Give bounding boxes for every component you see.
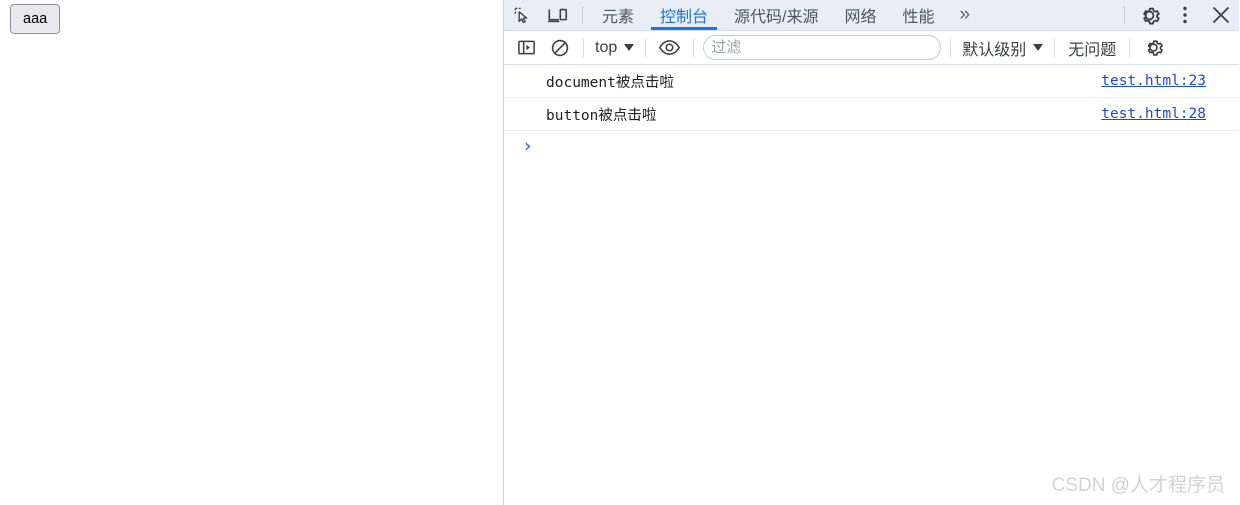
- tab-console[interactable]: 控制台: [647, 0, 721, 30]
- prompt-chevron-icon: ›: [524, 134, 532, 157]
- execution-context-selector[interactable]: top: [591, 39, 638, 57]
- toolbar-divider-1: [583, 38, 584, 57]
- toolbar-divider-3: [693, 38, 695, 57]
- console-message-source-link[interactable]: test.html:23: [1101, 73, 1206, 89]
- tab-performance-label: 性能: [902, 9, 935, 26]
- gear-icon[interactable]: [1131, 0, 1167, 30]
- console-message-list[interactable]: document被点击啦 test.html:23 button被点击啦 tes…: [504, 65, 1239, 505]
- console-settings-gear-icon[interactable]: [1137, 33, 1170, 63]
- chevron-down-icon: [1033, 44, 1044, 51]
- log-level-label: 默认级别: [962, 41, 1027, 59]
- console-message-source-link[interactable]: test.html:28: [1101, 106, 1206, 122]
- tab-sources[interactable]: 源代码/来源: [721, 0, 831, 30]
- console-message-text: document被点击啦: [546, 74, 674, 91]
- toolbar-divider-6: [1129, 38, 1131, 57]
- tab-network-label: 网络: [844, 9, 877, 26]
- tabstrip-spacer: [980, 0, 1118, 30]
- table-row[interactable]: document被点击啦 test.html:23: [504, 65, 1239, 98]
- tabstrip-divider: [582, 6, 583, 24]
- log-level-selector[interactable]: 默认级别: [958, 36, 1047, 60]
- devtools-tabstrip: 元素 控制台 源代码/来源 网络 性能 »: [504, 0, 1239, 31]
- tab-console-label: 控制台: [660, 9, 709, 26]
- web-page-pane: aaa: [0, 0, 504, 505]
- toolbar-divider-4: [950, 38, 952, 57]
- table-row[interactable]: button被点击啦 test.html:28: [504, 98, 1239, 131]
- live-expression-eye-icon[interactable]: [653, 33, 686, 63]
- tab-performance[interactable]: 性能: [890, 0, 948, 30]
- filter-input[interactable]: [703, 35, 942, 60]
- clear-console-icon[interactable]: [543, 33, 576, 63]
- more-tabs-chevron-icon[interactable]: »: [948, 0, 981, 30]
- watermark: CSDN @人才程序员: [1051, 475, 1225, 496]
- device-toolbar-icon[interactable]: [540, 0, 576, 30]
- chevron-down-icon: [624, 44, 635, 51]
- inspect-element-icon[interactable]: [504, 0, 540, 30]
- tab-sources-label: 源代码/来源: [734, 9, 819, 26]
- kebab-menu-icon[interactable]: [1167, 0, 1203, 30]
- toolbar-divider-5: [1054, 38, 1056, 57]
- aaa-button[interactable]: aaa: [10, 4, 61, 34]
- console-prompt-input[interactable]: [532, 134, 1239, 158]
- toolbar-divider-2: [645, 38, 647, 57]
- browser-window: aaa 元素 控制台 源代码/来源 网络 性能 » top 过滤 默认级别 无问…: [0, 0, 1240, 505]
- devtools-panel: 元素 控制台 源代码/来源 网络 性能 » top 过滤 默认级别 无问题 do…: [504, 0, 1239, 505]
- issues-status[interactable]: 无问题: [1062, 36, 1122, 60]
- close-icon[interactable]: [1203, 0, 1239, 30]
- console-sidebar-icon[interactable]: [510, 33, 543, 63]
- execution-context-label: top: [595, 38, 618, 56]
- console-toolbar: top 默认级别 无问题: [504, 31, 1239, 65]
- tab-elements-label: 元素: [602, 9, 635, 26]
- tab-network[interactable]: 网络: [831, 0, 889, 30]
- tabstrip-right-divider: [1124, 6, 1125, 24]
- console-prompt-row[interactable]: ›: [504, 131, 1239, 161]
- more-tabs-label: »: [959, 4, 970, 25]
- tab-elements[interactable]: 元素: [589, 0, 647, 30]
- console-message-text: button被点击啦: [546, 107, 657, 124]
